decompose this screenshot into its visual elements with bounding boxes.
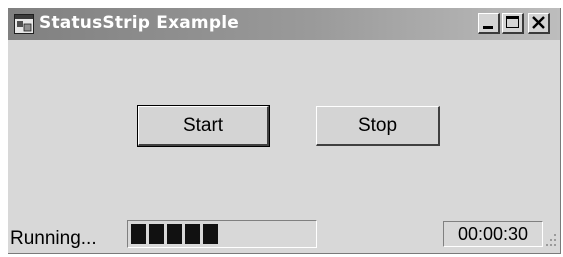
window-title: StatusStrip Example <box>39 13 239 33</box>
progress-bar-fill <box>131 224 218 244</box>
maximize-button[interactable] <box>502 13 524 34</box>
resize-grip-icon[interactable] <box>544 230 558 248</box>
stop-button[interactable]: Stop <box>316 106 440 146</box>
statusstrip-example-window: StatusStrip Example Start Stop Running..… <box>8 8 561 254</box>
elapsed-time-label: 00:00:30 <box>443 221 543 247</box>
app-window-icon[interactable] <box>14 14 34 34</box>
close-button[interactable] <box>528 13 550 34</box>
status-label: Running... <box>10 228 97 249</box>
start-button[interactable]: Start <box>137 105 270 147</box>
title-bar[interactable]: StatusStrip Example <box>8 8 560 40</box>
minimize-button[interactable] <box>478 13 500 34</box>
progress-bar <box>127 220 317 248</box>
